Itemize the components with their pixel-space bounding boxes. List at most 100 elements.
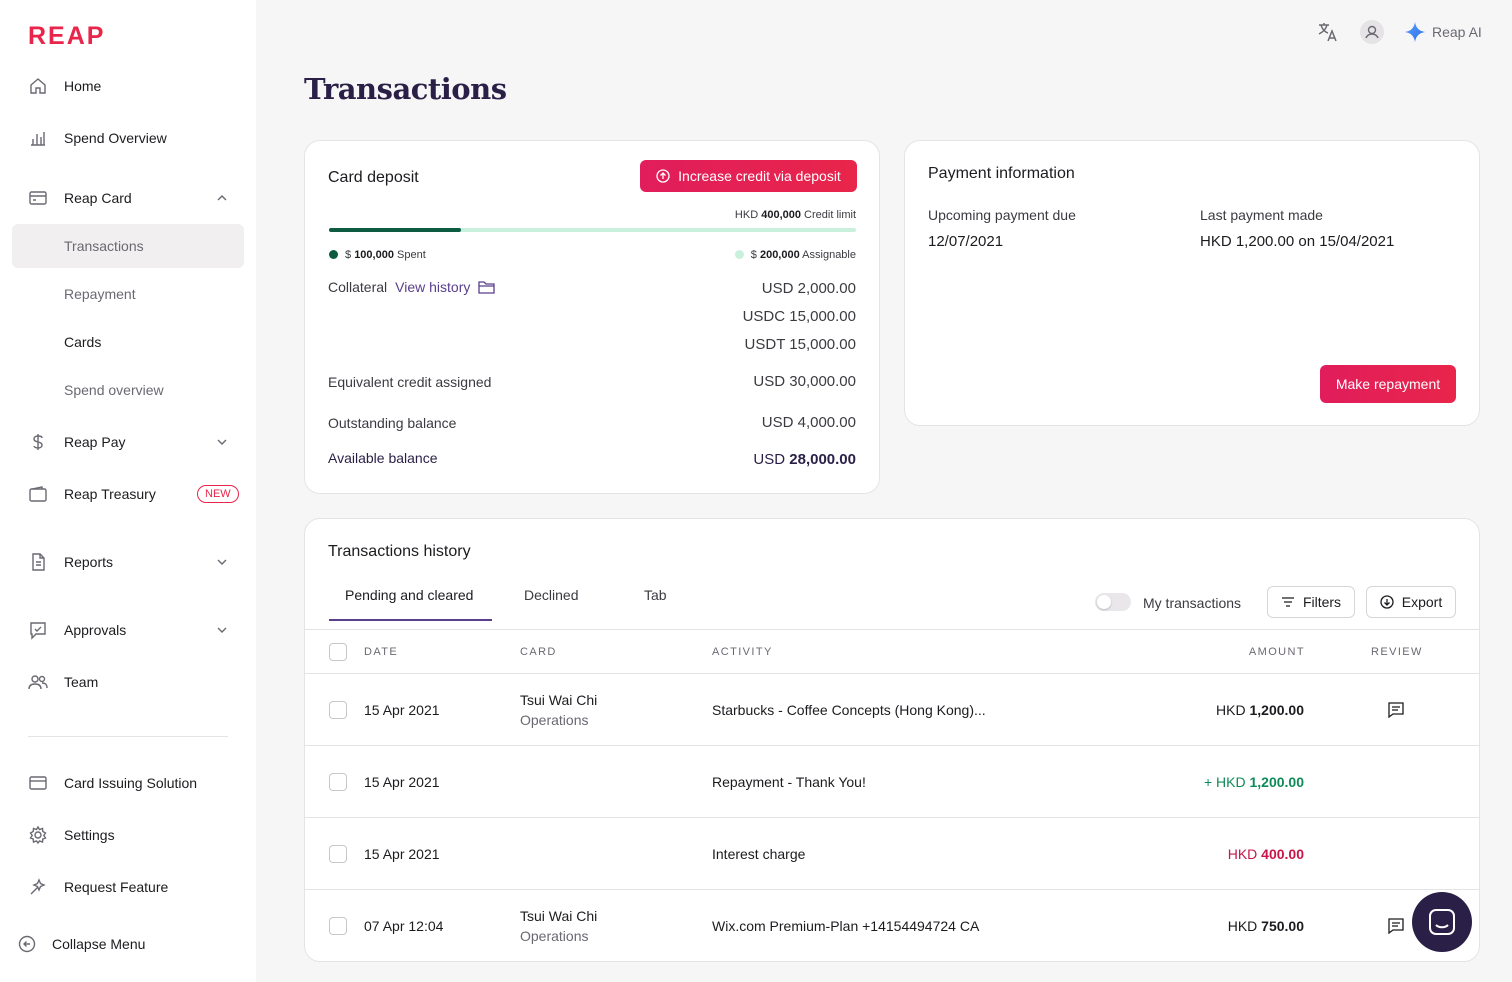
amount-value: 1,200.00 <box>1249 774 1305 790</box>
equivalent-credit-label: Equivalent credit assigned <box>328 374 492 390</box>
sidebar-item-label: Settings <box>64 827 115 843</box>
tab-declined[interactable]: Declined <box>508 587 594 621</box>
sidebar-item-team[interactable]: Team <box>12 660 244 704</box>
sidebar-subitem-repayment[interactable]: Repayment <box>12 272 244 316</box>
credit-limit-currency: HKD <box>734 209 759 221</box>
sidebar-subitem-label: Spend overview <box>64 382 164 398</box>
last-payment-label: Last payment made <box>1200 207 1323 223</box>
column-review: REVIEW <box>1371 646 1423 658</box>
sidebar-item-label: Reap Pay <box>64 434 126 450</box>
team-icon <box>28 675 48 690</box>
my-transactions-label: My transactions <box>1143 595 1242 611</box>
sidebar-item-reap-treasury[interactable]: Reap Treasury NEW <box>12 472 244 516</box>
spent-value: 100,000 <box>354 249 394 261</box>
row-date: 15 Apr 2021 <box>364 846 440 862</box>
view-history-link[interactable]: View history <box>395 279 470 295</box>
credit-limit-value: 400,000 <box>761 209 801 221</box>
transactions-history-panel: Transactions history Pending and cleared… <box>304 518 1480 962</box>
sidebar-item-label: Request Feature <box>64 879 169 895</box>
credit-progress-bar <box>329 228 856 232</box>
card-icon <box>29 191 47 205</box>
amount-value: 750.00 <box>1261 918 1304 934</box>
card-deposit-title: Card deposit <box>328 169 419 186</box>
collateral-row: Collateral View history <box>328 279 496 295</box>
tab-label: Tab <box>644 587 667 603</box>
row-amount: + HKD 1,200.00 <box>1204 774 1304 790</box>
sidebar-item-label: Home <box>64 78 102 94</box>
credit-progress-fill <box>329 228 461 232</box>
collapse-menu-label: Collapse Menu <box>52 936 146 952</box>
collateral-usdc: USDC 15,000.00 <box>742 308 856 325</box>
upcoming-payment-label: Upcoming payment due <box>928 207 1076 223</box>
row-checkbox[interactable] <box>329 701 347 719</box>
sidebar-subitem-label: Cards <box>64 334 102 350</box>
sidebar-item-label: Reports <box>64 554 114 570</box>
tab-tab[interactable]: Tab <box>628 587 683 621</box>
table-row[interactable]: 15 Apr 2021 Repayment - Thank You! + HKD… <box>305 746 1479 818</box>
filters-label: Filters <box>1302 594 1342 610</box>
row-checkbox[interactable] <box>329 845 347 863</box>
filters-button[interactable]: Filters <box>1267 586 1355 618</box>
table-row[interactable]: 15 Apr 2021 Tsui Wai Chi Operations Star… <box>305 674 1479 746</box>
row-checkbox[interactable] <box>329 917 347 935</box>
row-amount: HKD 400.00 <box>1228 846 1304 862</box>
spent-amount: $ 100,000 Spent <box>329 249 426 261</box>
sidebar-item-reports[interactable]: Reports <box>12 540 244 584</box>
row-amount: HKD 1,200.00 <box>1216 702 1304 718</box>
export-label: Export <box>1401 594 1443 610</box>
sidebar-item-reap-pay[interactable]: Reap Pay <box>12 420 244 464</box>
bar-chart-icon <box>31 132 45 146</box>
payment-info-title: Payment information <box>928 165 1075 182</box>
sidebar-item-home[interactable]: Home <box>12 64 244 108</box>
table-row[interactable]: 15 Apr 2021 Interest charge HKD 400.00 <box>305 818 1479 890</box>
sidebar-subitem-transactions[interactable]: Transactions <box>12 224 244 268</box>
payment-information-panel: Payment information Upcoming payment due… <box>904 140 1480 426</box>
assignable-label: Assignable <box>802 249 856 261</box>
tab-pending-and-cleared[interactable]: Pending and cleared <box>329 587 492 621</box>
last-payment-value: HKD 1,200.00 on 15/04/2021 <box>1200 233 1395 250</box>
row-date: 07 Apr 12:04 <box>364 918 444 934</box>
translate-icon[interactable] <box>1316 20 1340 44</box>
review-comment-icon[interactable] <box>1387 917 1405 935</box>
available-balance-value: USD 28,000.00 <box>753 451 856 468</box>
upcoming-payment-value: 12/07/2021 <box>928 233 1004 250</box>
review-comment-icon[interactable] <box>1387 701 1405 719</box>
row-date: 15 Apr 2021 <box>364 702 440 718</box>
page-title: Transactions <box>304 72 507 106</box>
sidebar-item-card-issuing[interactable]: Card Issuing Solution <box>12 761 244 805</box>
document-icon <box>32 553 45 571</box>
collapse-menu-button[interactable]: Collapse Menu <box>0 922 232 966</box>
increase-credit-button[interactable]: Increase credit via deposit <box>640 160 857 192</box>
reap-ai-button[interactable]: Reap AI <box>1404 20 1482 44</box>
table-row[interactable]: 07 Apr 12:04 Tsui Wai Chi Operations Wix… <box>305 890 1479 961</box>
sidebar-item-settings[interactable]: Settings <box>12 813 244 857</box>
folder-icon[interactable] <box>478 279 496 295</box>
sidebar-item-label: Reap Card <box>64 190 132 206</box>
assignable-value: 200,000 <box>759 249 800 261</box>
sidebar-item-approvals[interactable]: Approvals <box>12 608 244 652</box>
export-button[interactable]: Export <box>1366 586 1456 618</box>
sidebar-item-request-feature[interactable]: Request Feature <box>12 865 244 909</box>
sidebar-item-reap-card[interactable]: Reap Card <box>12 176 244 220</box>
ai-sparkle-icon <box>1405 22 1425 42</box>
sidebar-subitem-spend-overview[interactable]: Spend overview <box>12 368 244 412</box>
row-card-team: Operations <box>520 712 589 728</box>
select-all-checkbox[interactable] <box>329 643 347 661</box>
sidebar-subitem-cards[interactable]: Cards <box>12 320 244 364</box>
make-repayment-button[interactable]: Make repayment <box>1320 365 1456 403</box>
sidebar: REAP Home Spend Overview Reap Card Trans… <box>0 0 256 982</box>
table-header: DATE CARD ACTIVITY AMOUNT REVIEW <box>305 629 1479 674</box>
assignable-currency: $ <box>750 249 757 261</box>
reap-logo[interactable]: REAP <box>28 22 105 51</box>
tab-label: Declined <box>524 587 579 603</box>
chat-support-button[interactable] <box>1412 892 1472 952</box>
approval-icon <box>30 622 46 640</box>
sidebar-item-spend-overview[interactable]: Spend Overview <box>12 116 244 160</box>
amount-value: 1,200.00 <box>1249 702 1305 718</box>
chevron-down-icon <box>217 627 227 633</box>
column-card: CARD <box>520 646 557 658</box>
my-transactions-toggle[interactable] <box>1095 593 1131 611</box>
row-checkbox[interactable] <box>329 773 347 791</box>
avatar-icon[interactable] <box>1360 20 1384 44</box>
amount-currency: + HKD <box>1203 774 1246 790</box>
